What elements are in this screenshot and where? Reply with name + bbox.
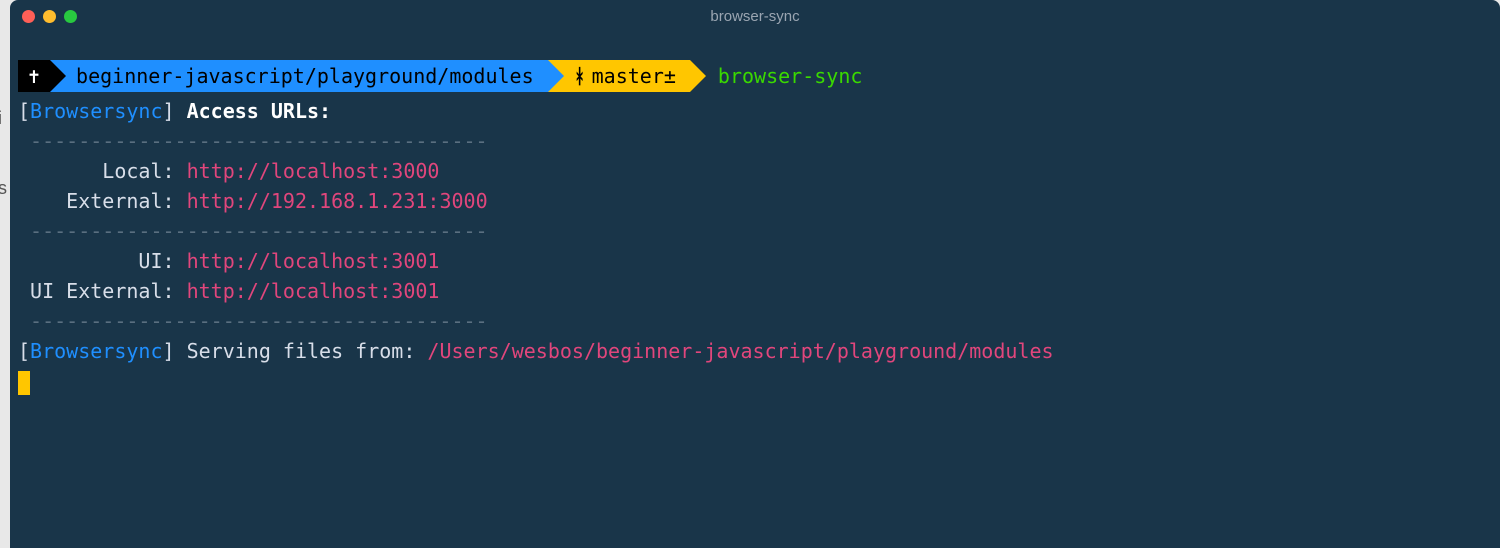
external-url-line: External: http://192.168.1.231:3000 bbox=[18, 186, 1492, 216]
ui-url[interactable]: http://localhost:3001 bbox=[187, 249, 440, 273]
prompt-line: ✝ beginner-javascript/playground/modules… bbox=[18, 60, 1492, 92]
bracket-close-2: ] bbox=[163, 339, 175, 363]
ui-url-line: UI: http://localhost:3001 bbox=[18, 246, 1492, 276]
ui-external-label: UI External: bbox=[18, 279, 187, 303]
command-text: browser-sync bbox=[690, 60, 863, 92]
divider-mid: -------------------------------------- bbox=[18, 216, 1492, 246]
serving-label: Serving files from: bbox=[175, 339, 428, 363]
traffic-lights bbox=[22, 10, 77, 23]
titlebar: browser-sync bbox=[10, 0, 1500, 32]
ui-label: UI: bbox=[18, 249, 187, 273]
browsersync-tag-2: Browsersync bbox=[30, 339, 162, 363]
local-label: Local: bbox=[18, 159, 187, 183]
external-label: External: bbox=[18, 189, 187, 213]
page-artifact-s: s bbox=[0, 178, 7, 199]
local-url[interactable]: http://localhost:3000 bbox=[187, 159, 440, 183]
page-artifact-i: i bbox=[0, 108, 2, 129]
git-branch-name: master± bbox=[592, 61, 676, 91]
divider-bot: -------------------------------------- bbox=[18, 306, 1492, 336]
bracket-close: ] bbox=[163, 99, 175, 123]
ui-external-url[interactable]: http://localhost:3001 bbox=[187, 279, 440, 303]
maximize-icon[interactable] bbox=[64, 10, 77, 23]
prompt-segment-status: ✝ bbox=[18, 60, 50, 92]
local-url-line: Local: http://localhost:3000 bbox=[18, 156, 1492, 186]
ui-external-url-line: UI External: http://localhost:3001 bbox=[18, 276, 1492, 306]
output-header-line: [Browsersync] Access URLs: bbox=[18, 96, 1492, 126]
bracket-open: [ bbox=[18, 99, 30, 123]
cursor-icon bbox=[18, 371, 30, 395]
serving-line: [Browsersync] Serving files from: /Users… bbox=[18, 336, 1492, 366]
cursor-line bbox=[18, 366, 1492, 396]
window-title: browser-sync bbox=[710, 8, 799, 25]
minimize-icon[interactable] bbox=[43, 10, 56, 23]
git-branch-icon: ᚼ bbox=[574, 61, 586, 91]
divider-top: -------------------------------------- bbox=[18, 126, 1492, 156]
cross-icon: ✝ bbox=[28, 61, 40, 91]
browsersync-tag: Browsersync bbox=[30, 99, 162, 123]
close-icon[interactable] bbox=[22, 10, 35, 23]
terminal-body[interactable]: ✝ beginner-javascript/playground/modules… bbox=[10, 32, 1500, 404]
terminal-window: browser-sync ✝ beginner-javascript/playg… bbox=[10, 0, 1500, 548]
external-url[interactable]: http://192.168.1.231:3000 bbox=[187, 189, 488, 213]
prompt-segment-path: beginner-javascript/playground/modules bbox=[50, 60, 548, 92]
serving-path: /Users/wesbos/beginner-javascript/playgr… bbox=[427, 339, 1053, 363]
prompt-segment-branch: ᚼ master± bbox=[548, 60, 690, 92]
access-urls-label: Access URLs: bbox=[187, 99, 332, 123]
bracket-open-2: [ bbox=[18, 339, 30, 363]
